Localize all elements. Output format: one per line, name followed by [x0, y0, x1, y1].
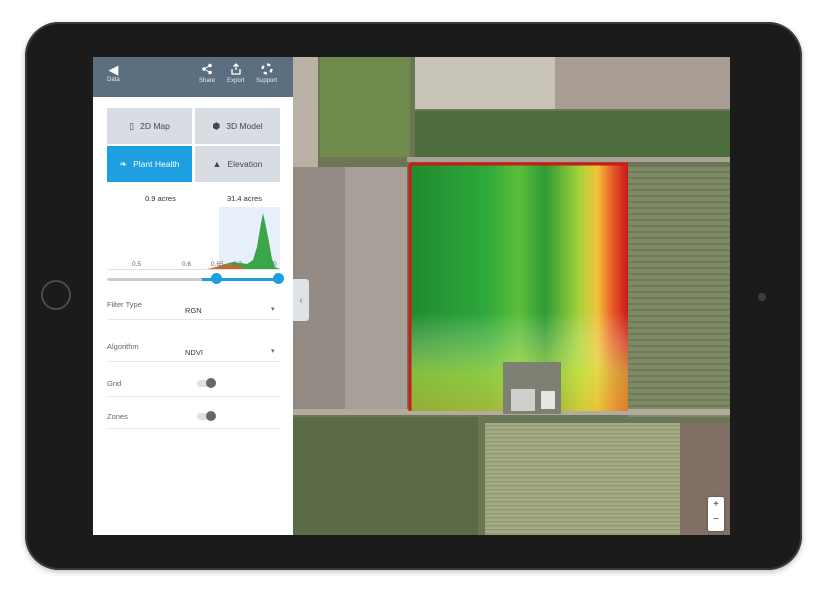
- support-button[interactable]: Support: [256, 63, 277, 84]
- divider: [107, 319, 280, 320]
- share-button[interactable]: Share: [199, 63, 215, 84]
- map-icon: ▯: [129, 120, 135, 131]
- export-label: Export: [227, 78, 245, 84]
- grid-toggle[interactable]: [197, 378, 216, 388]
- share-label: Share: [199, 78, 216, 84]
- zones-label: Zones: [107, 412, 128, 421]
- view-plant-health-button[interactable]: ❧ Plant Health: [107, 146, 192, 182]
- right-acres: 31.4 acres: [227, 194, 263, 203]
- view-mode-grid: ▯ 2D Map ⬢ 3D Model ❧ Plant Health ▲ Ele…: [107, 108, 280, 182]
- aerial-map: [293, 57, 730, 535]
- view-plant-health-label: Plant Health: [133, 159, 180, 169]
- mountain-icon: ▲: [212, 159, 222, 169]
- support-label: Support: [256, 78, 278, 84]
- tick-0: 0.5: [132, 261, 142, 268]
- grid-toggle-knob: [206, 378, 216, 388]
- view-elevation-label: Elevation: [227, 159, 263, 169]
- camera-icon: [758, 293, 766, 301]
- app-screen: ◀ Data Share Export Support ▯ 2D Map ⬢ 3…: [93, 57, 730, 535]
- back-arrow-icon: ◀: [108, 62, 119, 77]
- left-acres: 0.9 acres: [145, 194, 176, 203]
- tick-1: 0.6: [182, 261, 192, 268]
- zoom-control: + −: [708, 497, 724, 531]
- tablet-frame: ◀ Data Share Export Support ▯ 2D Map ⬢ 3…: [25, 22, 802, 570]
- zoom-out-button[interactable]: −: [708, 512, 724, 527]
- lifebuoy-icon: [256, 63, 277, 78]
- algorithm-label: Algorithm: [107, 342, 139, 351]
- filter-type-caret-icon[interactable]: ▾: [271, 305, 275, 313]
- range-slider-low-handle[interactable]: [211, 273, 222, 284]
- sidebar: ◀ Data Share Export Support ▯ 2D Map ⬢ 3…: [93, 57, 293, 535]
- view-2d-map-button[interactable]: ▯ 2D Map: [107, 108, 192, 144]
- leaf-icon: ❧: [119, 158, 128, 169]
- zoom-in-button[interactable]: +: [708, 497, 724, 512]
- tick-3: 0.7: [233, 261, 243, 268]
- tick-2: 0.65: [211, 261, 224, 268]
- export-button[interactable]: Export: [227, 63, 244, 84]
- algorithm-select[interactable]: NDVI: [185, 348, 203, 357]
- histogram-chart: [207, 213, 280, 269]
- divider: [107, 396, 280, 397]
- chevron-left-icon: ‹: [299, 294, 303, 306]
- divider: [107, 428, 280, 429]
- divider: [107, 361, 280, 362]
- filter-type-select[interactable]: RGN: [185, 306, 202, 315]
- export-icon: [227, 63, 244, 78]
- back-button[interactable]: ◀ Data: [107, 62, 120, 84]
- home-button[interactable]: [41, 280, 71, 310]
- filter-type-label: Filter Type: [107, 300, 142, 309]
- zones-toggle-knob: [206, 411, 216, 421]
- zones-toggle[interactable]: [197, 411, 216, 421]
- grid-label: Grid: [107, 379, 122, 388]
- view-2d-map-label: 2D Map: [140, 121, 170, 131]
- cube-icon: ⬢: [212, 120, 221, 131]
- view-3d-model-label: 3D Model: [226, 121, 263, 131]
- map-view[interactable]: [293, 57, 730, 535]
- view-elevation-button[interactable]: ▲ Elevation: [195, 146, 280, 182]
- view-3d-model-button[interactable]: ⬢ 3D Model: [195, 108, 280, 144]
- top-toolbar: ◀ Data Share Export Support: [93, 57, 293, 97]
- range-slider-high-handle[interactable]: [273, 273, 284, 284]
- share-icon: [199, 63, 215, 78]
- tick-4: 0: [273, 261, 277, 268]
- algorithm-caret-icon[interactable]: ▾: [271, 347, 275, 355]
- back-label: Data: [107, 77, 120, 83]
- collapse-sidebar-handle[interactable]: ‹: [293, 279, 309, 321]
